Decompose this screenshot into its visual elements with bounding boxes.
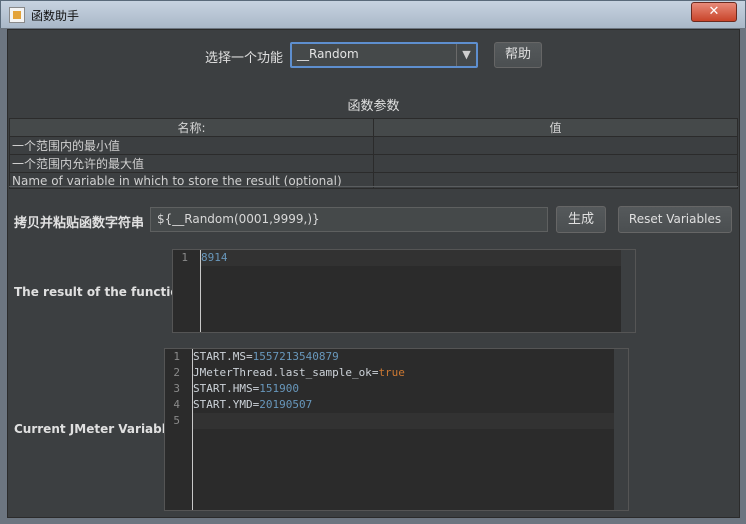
close-button[interactable]: ✕ bbox=[691, 2, 737, 22]
params-title: 函数参数 bbox=[347, 99, 400, 114]
function-string-label: 拷贝并粘贴函数字符串 bbox=[14, 216, 145, 231]
table-row[interactable]: 一个范围内的最小值 bbox=[9, 136, 738, 155]
code-line: 8914 bbox=[201, 250, 621, 266]
result-code[interactable]: 8914 bbox=[201, 250, 621, 332]
function-dropdown[interactable]: __Random ▼ bbox=[290, 42, 478, 68]
result-editor[interactable]: 1 8914 bbox=[172, 249, 636, 333]
function-string-field[interactable]: ${__Random(0001,9999,)} bbox=[150, 207, 548, 232]
var-equals: = bbox=[245, 350, 253, 363]
vertical-scrollbar[interactable] bbox=[614, 349, 628, 510]
variables-label: Current JMeter Variables bbox=[14, 422, 182, 436]
app-icon bbox=[9, 7, 25, 23]
line-number: 5 bbox=[173, 414, 180, 427]
param-value-cell[interactable] bbox=[373, 154, 738, 173]
params-table: 名称: 值 一个范围内的最小值 一个范围内允许的最大值 Name of vari… bbox=[9, 118, 738, 189]
var-key: JMeterThread.last_sample_ok bbox=[193, 366, 372, 379]
dialog-body: 选择一个功能 __Random ▼ 帮助 函数参数 名称: 值 一个范围内的最小… bbox=[7, 29, 740, 518]
line-number: 2 bbox=[173, 366, 180, 379]
line-number: 3 bbox=[173, 382, 180, 395]
generate-button[interactable]: 生成 bbox=[556, 206, 606, 233]
table-row[interactable]: 一个范围内允许的最大值 bbox=[9, 154, 738, 173]
chevron-down-icon[interactable]: ▼ bbox=[456, 44, 476, 66]
reset-variables-button[interactable]: Reset Variables bbox=[618, 206, 732, 233]
window-titlebar[interactable]: 函数助手 ✕ bbox=[0, 0, 746, 28]
column-header-value[interactable]: 值 bbox=[373, 118, 738, 137]
vertical-scrollbar[interactable] bbox=[621, 250, 635, 332]
param-value-cell[interactable] bbox=[373, 136, 738, 155]
help-button[interactable]: 帮助 bbox=[494, 42, 542, 68]
line-number: 4 bbox=[173, 398, 180, 411]
var-value: 20190507 bbox=[259, 398, 313, 411]
line-number-gutter: 1 2 3 4 5 bbox=[165, 349, 193, 510]
var-key: START.MS bbox=[193, 350, 246, 363]
column-header-name[interactable]: 名称: bbox=[9, 118, 374, 137]
line-number: 1 bbox=[181, 251, 188, 264]
var-value: 1557213540879 bbox=[252, 350, 339, 363]
var-value: true bbox=[378, 366, 405, 379]
param-name-cell[interactable]: 一个范围内允许的最大值 bbox=[9, 154, 374, 173]
line-number: 1 bbox=[173, 350, 180, 363]
line-number-gutter: 1 bbox=[173, 250, 201, 332]
result-value: 8914 bbox=[201, 251, 228, 264]
code-line: START.HMS=151900 bbox=[193, 381, 614, 397]
code-line bbox=[193, 413, 614, 429]
code-line: START.MS=1557213540879 bbox=[193, 349, 614, 365]
var-key: START.HMS bbox=[193, 382, 253, 395]
variables-editor[interactable]: 1 2 3 4 5 START.MS=1557213540879 JMeterT… bbox=[164, 348, 629, 511]
code-line: START.YMD=20190507 bbox=[193, 397, 614, 413]
var-value: 151900 bbox=[259, 382, 299, 395]
param-name-cell[interactable]: 一个范围内的最小值 bbox=[9, 136, 374, 155]
var-key: START.YMD bbox=[193, 398, 253, 411]
variables-code[interactable]: START.MS=1557213540879 JMeterThread.last… bbox=[193, 349, 614, 510]
function-select-label: 选择一个功能 bbox=[205, 51, 284, 66]
code-line: JMeterThread.last_sample_ok=true bbox=[193, 365, 614, 381]
function-dropdown-value: __Random bbox=[297, 47, 359, 61]
window-title: 函数助手 bbox=[31, 9, 80, 23]
divider bbox=[9, 186, 738, 187]
